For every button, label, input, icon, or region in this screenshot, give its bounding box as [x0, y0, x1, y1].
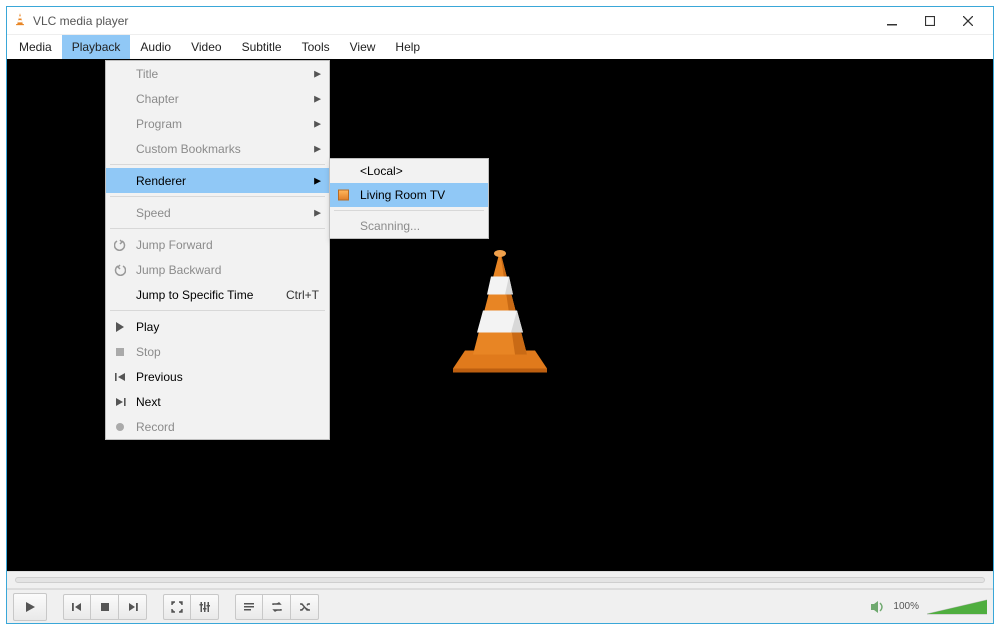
separator — [110, 228, 325, 229]
radio-selected-icon — [338, 190, 349, 201]
menu-help[interactable]: Help — [385, 35, 430, 59]
menu-playback[interactable]: Playback — [62, 35, 131, 59]
jump-forward-icon — [113, 238, 127, 252]
shuffle-button[interactable] — [291, 594, 319, 620]
separator — [110, 164, 325, 165]
menu-previous[interactable]: Previous — [106, 364, 329, 389]
next-icon — [113, 395, 127, 409]
renderer-living-room-tv[interactable]: Living Room TV — [330, 183, 488, 207]
volume-percent: 100% — [893, 601, 919, 612]
chevron-right-icon: ▶ — [314, 93, 321, 104]
previous-button[interactable] — [63, 594, 91, 620]
extended-settings-button[interactable] — [191, 594, 219, 620]
separator — [110, 196, 325, 197]
chevron-right-icon: ▶ — [314, 143, 321, 154]
menu-audio[interactable]: Audio — [130, 35, 181, 59]
menu-chapter[interactable]: Chapter▶ — [106, 86, 329, 111]
renderer-local[interactable]: <Local> — [330, 159, 488, 183]
vlc-cone-logo — [435, 243, 565, 388]
chevron-right-icon: ▶ — [314, 68, 321, 79]
stop-button[interactable] — [91, 594, 119, 620]
menu-record[interactable]: Record — [106, 414, 329, 439]
window-title: VLC media player — [33, 14, 128, 28]
menu-jump-to-time[interactable]: Jump to Specific Time Ctrl+T — [106, 282, 329, 307]
menu-renderer[interactable]: Renderer▶ — [106, 168, 329, 193]
jump-backward-icon — [113, 263, 127, 277]
menu-media[interactable]: Media — [9, 35, 62, 59]
shortcut-label: Ctrl+T — [286, 288, 319, 302]
menu-video[interactable]: Video — [181, 35, 231, 59]
minimize-button[interactable] — [873, 8, 911, 34]
next-button[interactable] — [119, 594, 147, 620]
maximize-button[interactable] — [911, 8, 949, 34]
stop-icon — [113, 345, 127, 359]
play-button[interactable] — [13, 593, 47, 621]
view-group — [163, 594, 219, 620]
menu-tools[interactable]: Tools — [292, 35, 340, 59]
menu-subtitle[interactable]: Subtitle — [232, 35, 292, 59]
seek-track[interactable] — [15, 577, 985, 583]
record-icon — [113, 420, 127, 434]
menu-title[interactable]: Title▶ — [106, 61, 329, 86]
close-button[interactable] — [949, 8, 987, 34]
menubar: Media Playback Audio Video Subtitle Tool… — [7, 35, 993, 59]
nav-group — [63, 594, 147, 620]
playback-dropdown: Title▶ Chapter▶ Program▶ Custom Bookmark… — [105, 60, 330, 440]
menu-jump-forward[interactable]: Jump Forward — [106, 232, 329, 257]
menu-stop[interactable]: Stop — [106, 339, 329, 364]
playlist-button[interactable] — [235, 594, 263, 620]
menu-next[interactable]: Next — [106, 389, 329, 414]
separator — [334, 210, 484, 211]
vlc-cone-icon — [13, 12, 27, 29]
menu-program[interactable]: Program▶ — [106, 111, 329, 136]
menu-view[interactable]: View — [340, 35, 386, 59]
chevron-right-icon: ▶ — [314, 207, 321, 218]
renderer-submenu: <Local> Living Room TV Scanning... — [329, 158, 489, 239]
titlebar: VLC media player — [7, 7, 993, 35]
previous-icon — [113, 370, 127, 384]
loop-button[interactable] — [263, 594, 291, 620]
fullscreen-button[interactable] — [163, 594, 191, 620]
separator — [110, 310, 325, 311]
menu-custom-bookmarks[interactable]: Custom Bookmarks▶ — [106, 136, 329, 161]
seekbar[interactable] — [7, 571, 993, 589]
volume-slider[interactable] — [927, 598, 987, 616]
renderer-scanning: Scanning... — [330, 214, 488, 238]
mute-button[interactable] — [869, 598, 887, 616]
playlist-group — [235, 594, 319, 620]
chevron-right-icon: ▶ — [314, 118, 321, 129]
play-icon — [113, 320, 127, 334]
menu-speed[interactable]: Speed▶ — [106, 200, 329, 225]
chevron-right-icon: ▶ — [314, 175, 321, 186]
menu-jump-backward[interactable]: Jump Backward — [106, 257, 329, 282]
controls-bar: 100% — [7, 589, 993, 623]
menu-play[interactable]: Play — [106, 314, 329, 339]
